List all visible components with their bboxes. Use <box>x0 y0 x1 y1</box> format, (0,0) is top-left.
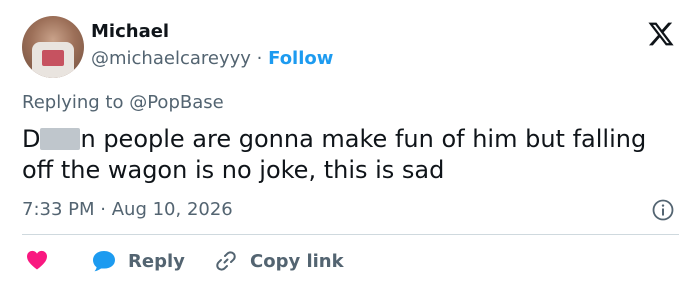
tweet-text-rest: n people are gonna make fun of him but f… <box>22 125 647 184</box>
replying-to-mention[interactable]: @PopBase <box>129 92 223 113</box>
avatar[interactable] <box>22 16 84 78</box>
author-handle[interactable]: @michaelcareyyy <box>91 48 251 69</box>
heart-icon[interactable] <box>26 250 48 270</box>
speech-bubble-icon <box>93 251 115 272</box>
x-logo-icon[interactable] <box>646 20 676 48</box>
copy-link-button[interactable]: Copy link <box>214 248 344 274</box>
post-date: Aug 10, 2026 <box>111 199 233 220</box>
meta-separator: · <box>256 48 263 69</box>
reply-label: Reply <box>128 250 185 272</box>
replying-to-prefix: Replying to <box>22 92 124 113</box>
avatar-shirt-print <box>42 50 64 66</box>
censored-word-blur <box>40 128 81 150</box>
link-icon <box>216 251 236 271</box>
info-icon[interactable] <box>651 198 675 222</box>
follow-button[interactable]: Follow <box>268 48 333 69</box>
author-name[interactable]: Michael <box>91 21 169 42</box>
timestamp[interactable]: 7:33 PM · Aug 10, 2026 <box>22 199 233 220</box>
timestamp-separator: · <box>100 199 106 220</box>
tweet-text: Dn people are gonna make fun of him but … <box>22 124 662 186</box>
replying-to: Replying to @PopBase <box>22 92 224 113</box>
reply-button[interactable]: Reply <box>92 248 185 274</box>
author-meta: @michaelcareyyy · Follow <box>91 48 333 69</box>
tweet-text-start: D <box>22 125 41 153</box>
divider <box>22 234 679 235</box>
post-time: 7:33 PM <box>22 199 95 220</box>
copy-link-label: Copy link <box>250 250 344 272</box>
